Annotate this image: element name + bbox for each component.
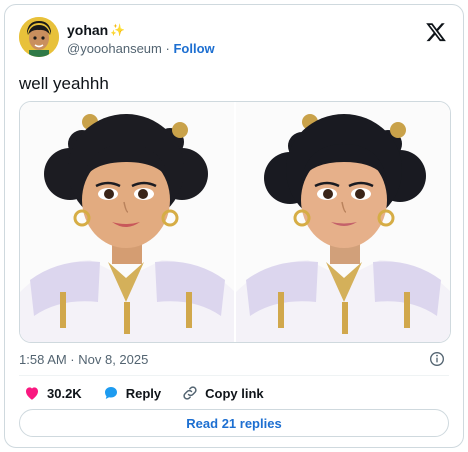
follow-button[interactable]: Follow: [173, 41, 214, 56]
sparkle-icon: ✨: [110, 23, 126, 37]
link-icon: [183, 386, 197, 400]
timestamp[interactable]: 1:58 AM · Nov 8, 2025: [19, 352, 148, 367]
like-count: 30.2K: [47, 385, 82, 401]
action-bar: 30.2K Reply Copy link: [23, 383, 449, 403]
x-logo-icon[interactable]: [425, 21, 447, 43]
copy-link-button[interactable]: Copy link: [181, 384, 264, 402]
copy-link-label: Copy link: [205, 385, 264, 401]
photo-edited[interactable]: [236, 102, 450, 342]
reply-button[interactable]: Reply: [102, 384, 161, 402]
handle[interactable]: @yooohanseum: [67, 41, 162, 56]
tweet-header: yohan ✨ @yooohanseum · Follow: [19, 17, 449, 63]
tweet-card: yohan ✨ @yooohanseum · Follow well yeahh…: [4, 4, 464, 448]
divider: [19, 375, 449, 376]
tweet-meta: 1:58 AM · Nov 8, 2025: [19, 351, 449, 369]
read-replies-button[interactable]: Read 21 replies: [19, 409, 449, 437]
display-name: yohan: [67, 22, 109, 38]
photo-original[interactable]: [20, 102, 234, 342]
heart-icon: [26, 387, 38, 400]
author-block: yohan ✨ @yooohanseum · Follow: [67, 21, 215, 58]
avatar[interactable]: [19, 17, 59, 57]
separator-dot: ·: [165, 41, 170, 56]
reply-label: Reply: [125, 385, 162, 401]
tweet-text: well yeahhh: [19, 74, 109, 93]
like-button[interactable]: 30.2K: [23, 384, 82, 402]
handle-row: @yooohanseum · Follow: [67, 40, 215, 58]
info-icon[interactable]: [429, 351, 445, 367]
reply-bubble-icon: [104, 387, 117, 399]
display-name-link[interactable]: yohan ✨: [67, 21, 215, 39]
media-grid[interactable]: [19, 101, 451, 343]
